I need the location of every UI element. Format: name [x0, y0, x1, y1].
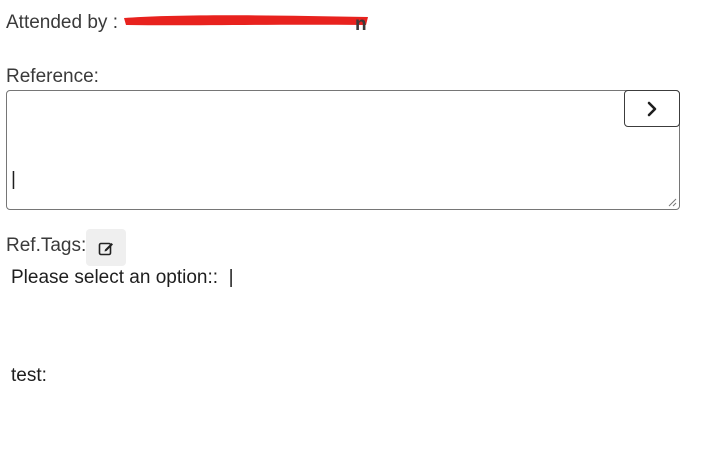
reference-next-button[interactable] — [624, 90, 680, 127]
edit-icon — [98, 242, 113, 255]
ref-tags-label: Ref.Tags: — [6, 235, 87, 256]
attendee-name: n — [355, 14, 367, 35]
redaction-mark — [124, 15, 368, 26]
edit-tags-button[interactable] — [86, 229, 126, 266]
reference-line-3: test: — [11, 365, 47, 386]
reference-text: | Please select an option:: | test: — [11, 97, 234, 457]
reference-textarea[interactable]: | Please select an option:: | test: — [6, 90, 680, 386]
chevron-right-icon — [647, 101, 657, 116]
reference-label: Reference: — [6, 66, 99, 87]
attended-by-label: Attended by : — [6, 12, 118, 33]
reference-line-1: | — [11, 169, 16, 190]
resize-grip-icon[interactable] — [667, 197, 677, 207]
